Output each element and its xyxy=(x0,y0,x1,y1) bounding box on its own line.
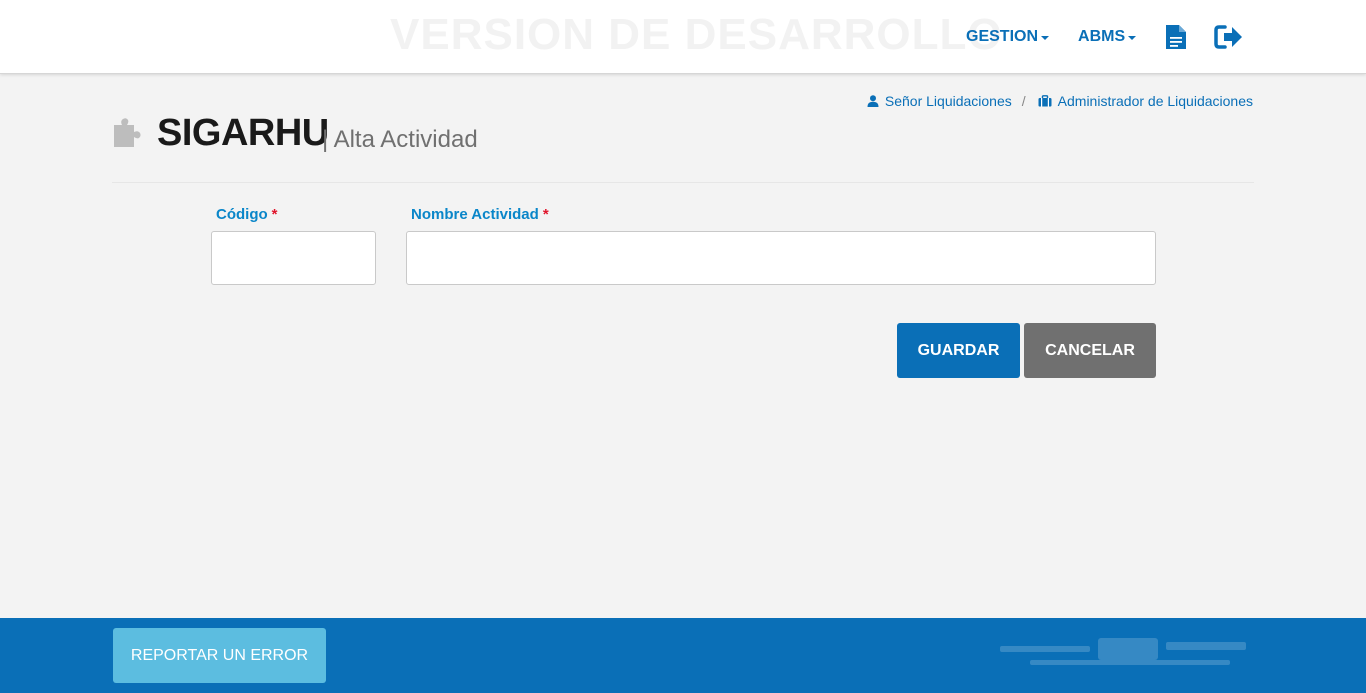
document-icon[interactable] xyxy=(1165,24,1187,50)
menu-gestion-label: GESTION xyxy=(966,28,1039,45)
caret-down-icon xyxy=(1041,36,1050,40)
caret-down-icon xyxy=(1128,36,1137,40)
menu-abms-label: ABMS xyxy=(1078,28,1126,45)
user-breadcrumb: Señor Liquidaciones / Administrador de L… xyxy=(867,93,1253,109)
footer: REPORTAR UN ERROR xyxy=(0,618,1366,693)
nav-menu: GESTION ABMS xyxy=(966,0,1244,74)
report-error-button[interactable]: REPORTAR UN ERROR xyxy=(113,628,326,683)
puzzle-icon xyxy=(112,115,148,154)
breadcrumb-separator: / xyxy=(1021,93,1026,109)
codigo-label-text: Código xyxy=(216,206,268,223)
top-navbar: VERSION DE DESARROLLO GESTION ABMS xyxy=(0,0,1366,74)
nombre-actividad-label: Nombre Actividad * xyxy=(411,206,549,223)
page-subtitle: | Alta Actividad xyxy=(322,126,478,153)
required-mark: * xyxy=(271,206,278,223)
codigo-label: Código * xyxy=(216,206,278,223)
environment-watermark: VERSION DE DESARROLLO xyxy=(390,10,1003,59)
menu-gestion[interactable]: GESTION xyxy=(966,28,1050,46)
user-role[interactable]: Administrador de Liquidaciones xyxy=(1058,93,1253,109)
briefcase-icon xyxy=(1038,95,1052,107)
codigo-input[interactable] xyxy=(211,231,376,285)
nombre-actividad-input[interactable] xyxy=(406,231,1156,285)
app-title: SIGARHU xyxy=(157,112,329,154)
user-name[interactable]: Señor Liquidaciones xyxy=(885,93,1012,109)
footer-logo xyxy=(1000,638,1246,665)
divider xyxy=(112,182,1254,183)
menu-abms[interactable]: ABMS xyxy=(1078,28,1137,46)
required-mark: * xyxy=(542,206,549,223)
user-icon xyxy=(867,95,879,107)
save-button[interactable]: GUARDAR xyxy=(897,323,1020,378)
cancel-button[interactable]: CANCELAR xyxy=(1024,323,1156,378)
nombre-actividad-label-text: Nombre Actividad xyxy=(411,206,539,223)
logout-icon[interactable] xyxy=(1214,24,1244,50)
